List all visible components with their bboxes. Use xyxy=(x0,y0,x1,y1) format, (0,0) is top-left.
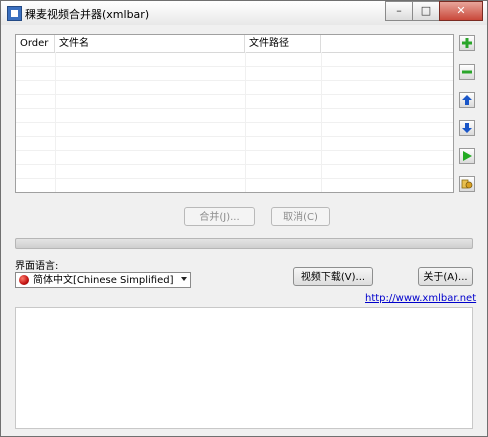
grid-line xyxy=(16,94,453,95)
grid-line xyxy=(16,136,453,137)
chevron-down-icon xyxy=(181,277,187,281)
about-button[interactable]: 关于(A)... xyxy=(418,267,473,286)
caption-buttons: – □ ✕ xyxy=(385,1,483,21)
play-icon xyxy=(463,151,472,161)
minimize-button[interactable]: – xyxy=(385,1,413,21)
language-select[interactable]: 简体中文[Chinese Simplified] xyxy=(15,272,191,288)
column-header-filename[interactable]: 文件名 xyxy=(55,35,245,52)
maximize-button[interactable]: □ xyxy=(412,1,440,21)
grid-line xyxy=(16,178,453,179)
move-down-button[interactable] xyxy=(459,120,475,136)
main-window: 稞麦视频合并器(xmlbar) – □ ✕ Order 文件名 文件路径 合并(… xyxy=(0,0,488,437)
app-icon xyxy=(7,6,22,21)
log-output-area[interactable] xyxy=(15,307,473,429)
language-selected-value: 简体中文[Chinese Simplified] xyxy=(33,275,174,286)
language-flag-icon xyxy=(19,275,29,285)
close-button[interactable]: ✕ xyxy=(439,1,483,21)
column-header-order[interactable]: Order xyxy=(16,35,55,52)
add-icon xyxy=(462,38,472,48)
file-list[interactable]: Order 文件名 文件路径 xyxy=(15,34,454,193)
move-down-icon xyxy=(462,123,472,133)
grid-line xyxy=(16,122,453,123)
website-link[interactable]: http://www.xmlbar.net xyxy=(365,293,476,304)
grid-line xyxy=(16,108,453,109)
progress-bar xyxy=(15,238,473,249)
list-header: Order 文件名 文件路径 xyxy=(16,35,453,53)
grid-line xyxy=(16,150,453,151)
column-header-filepath[interactable]: 文件路径 xyxy=(245,35,321,52)
remove-icon xyxy=(462,70,472,74)
move-up-icon xyxy=(462,95,472,105)
move-up-button[interactable] xyxy=(459,92,475,108)
settings-icon xyxy=(461,179,473,189)
grid-line xyxy=(16,66,453,67)
settings-button[interactable] xyxy=(459,176,475,192)
language-label: 界面语言: xyxy=(15,261,59,272)
add-button[interactable] xyxy=(459,35,475,51)
cancel-button[interactable]: 取消(C) xyxy=(271,207,330,226)
grid-line xyxy=(16,164,453,165)
merge-button[interactable]: 合并(J)... xyxy=(184,207,255,226)
grid-line xyxy=(16,80,453,81)
title-bar[interactable]: 稞麦视频合并器(xmlbar) – □ ✕ xyxy=(1,1,487,25)
video-download-button[interactable]: 视频下载(V)... xyxy=(293,267,373,286)
play-button[interactable] xyxy=(459,148,475,164)
remove-button[interactable] xyxy=(459,64,475,80)
window-title: 稞麦视频合并器(xmlbar) xyxy=(25,8,150,21)
